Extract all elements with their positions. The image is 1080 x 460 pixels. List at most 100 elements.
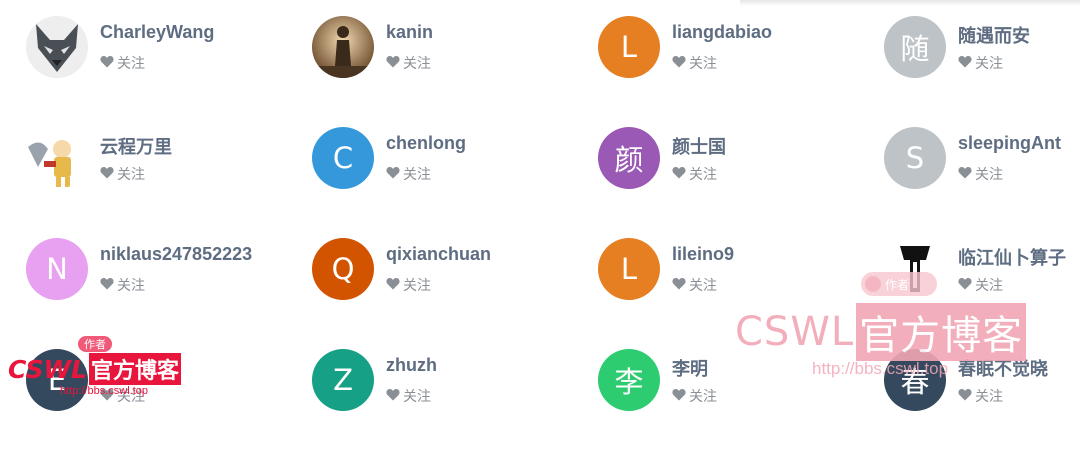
watermark-badge-label: 作者 (885, 277, 910, 292)
follow-button[interactable]: 关注 (672, 164, 717, 184)
avatar-letter: 颜 (614, 143, 644, 177)
small-watermark-brand-cn: 官方博客 (88, 353, 181, 385)
follow-button[interactable]: 关注 (672, 386, 717, 406)
username-link[interactable]: 李明 (672, 355, 708, 381)
small-watermark-brand: CSWL (8, 354, 87, 384)
small-watermark-logo: CSWL 官方博客 (8, 353, 181, 385)
avatar[interactable]: C (312, 127, 374, 189)
avatar[interactable]: Z (312, 349, 374, 411)
username-link[interactable]: kanin (386, 22, 433, 43)
heart-icon (672, 166, 689, 182)
heart-icon (100, 166, 117, 182)
avatar[interactable]: L (598, 16, 660, 78)
username-link[interactable]: qixianchuan (386, 244, 491, 265)
heart-icon (672, 277, 689, 293)
follow-label: 关注 (117, 277, 145, 293)
avatar[interactable]: 颜 (598, 127, 660, 189)
avatar-letter: L (620, 252, 638, 286)
saitama-avatar-icon (26, 127, 88, 189)
heart-icon (672, 388, 689, 404)
wolf-avatar-icon (26, 16, 88, 78)
follow-button[interactable]: 关注 (958, 386, 1003, 406)
avatar[interactable] (26, 127, 88, 189)
heart-icon (386, 166, 403, 182)
follow-label: 关注 (403, 277, 431, 293)
follow-label: 关注 (403, 166, 431, 182)
avatar[interactable]: S (884, 127, 946, 189)
follow-button[interactable]: 关注 (672, 275, 717, 295)
avatar-letter: 随 (900, 32, 930, 66)
watermark-brand-cn: 官方博客 (856, 303, 1027, 361)
follow-button[interactable]: 关注 (386, 53, 431, 73)
user-card: Zzhuzh 关注 (312, 349, 598, 460)
username-link[interactable]: 随遇而安 (958, 22, 1030, 48)
avatar[interactable]: 李 (598, 349, 660, 411)
heart-icon (958, 277, 975, 293)
user-card: Qqixianchuan 关注 (312, 238, 598, 349)
following-user-grid: CharleyWang 关注 kanin 关注 Lliangdabiao 关注 随 随遇而安关… (26, 16, 1080, 460)
avatar[interactable]: L (598, 238, 660, 300)
follow-button[interactable]: 关注 (958, 53, 1003, 73)
follow-label: 关注 (689, 55, 717, 71)
heart-icon (958, 55, 975, 71)
follow-label: 关注 (117, 166, 145, 182)
heart-icon (958, 388, 975, 404)
follow-label: 关注 (403, 388, 431, 404)
follow-button[interactable]: 关注 (672, 53, 717, 73)
avatar-letter: C (332, 141, 354, 175)
watermark-logo: CSWL 官方博客 (735, 303, 1027, 361)
follow-button[interactable]: 关注 (958, 275, 1003, 295)
watermark-url: http://bbs.cswl.top (812, 359, 949, 378)
heart-icon (386, 277, 403, 293)
watermark-dot-icon (865, 276, 881, 292)
follow-label: 关注 (975, 277, 1003, 293)
avatar-letter: N (46, 252, 68, 286)
heart-icon (100, 277, 117, 293)
avatar[interactable]: 随 (884, 16, 946, 78)
avatar[interactable]: Q (312, 238, 374, 300)
avatar[interactable]: N (26, 238, 88, 300)
user-card: Nniklaus247852223 关注 (26, 238, 312, 349)
follow-button[interactable]: 关注 (100, 53, 145, 73)
username-link[interactable]: niklaus247852223 (100, 244, 252, 265)
follow-label: 关注 (689, 166, 717, 182)
follow-label: 关注 (975, 55, 1003, 71)
watermark-brand: CSWL (735, 309, 855, 355)
avatar-letter: Z (333, 363, 353, 397)
username-link[interactable]: liangdabiao (672, 22, 772, 43)
username-link[interactable]: 云程万里 (100, 133, 172, 159)
user-card: kanin 关注 (312, 16, 598, 127)
follow-button[interactable]: 关注 (386, 164, 431, 184)
follow-button[interactable]: 关注 (386, 386, 431, 406)
follow-button[interactable]: 关注 (100, 164, 145, 184)
follow-button[interactable]: 关注 (100, 275, 145, 295)
username-link[interactable]: zhuzh (386, 355, 437, 376)
username-link[interactable]: 颜士国 (672, 133, 726, 159)
heart-icon (386, 55, 403, 71)
username-link[interactable]: sleepingAnt (958, 133, 1061, 154)
follow-button[interactable]: 关注 (386, 275, 431, 295)
user-card: 随 随遇而安关注 (884, 16, 1080, 127)
watermark-badge: 作者 (861, 272, 937, 296)
heart-icon (100, 55, 117, 71)
username-link[interactable]: chenlong (386, 133, 466, 154)
avatar[interactable] (312, 16, 374, 78)
user-card: CharleyWang 关注 (26, 16, 312, 127)
username-link[interactable]: lileino9 (672, 244, 734, 265)
username-link[interactable]: 临江仙卜算子 (958, 244, 1066, 270)
avatar[interactable] (26, 16, 88, 78)
avatar-letter: 李 (614, 365, 644, 399)
user-card: Lliangdabiao 关注 (598, 16, 884, 127)
user-card: SsleepingAnt 关注 (884, 127, 1080, 238)
follow-label: 关注 (975, 388, 1003, 404)
follow-label: 关注 (689, 388, 717, 404)
follow-button[interactable]: 关注 (958, 164, 1003, 184)
user-card: 颜 颜士国关注 (598, 127, 884, 238)
small-watermark-url: http://bbs.cswl.top (60, 385, 149, 397)
follow-label: 关注 (689, 277, 717, 293)
avatar-letter: L (620, 30, 638, 64)
heart-icon (386, 388, 403, 404)
heart-icon (672, 55, 689, 71)
small-watermark-badge: 作者 (78, 336, 112, 352)
username-link[interactable]: CharleyWang (100, 22, 214, 43)
